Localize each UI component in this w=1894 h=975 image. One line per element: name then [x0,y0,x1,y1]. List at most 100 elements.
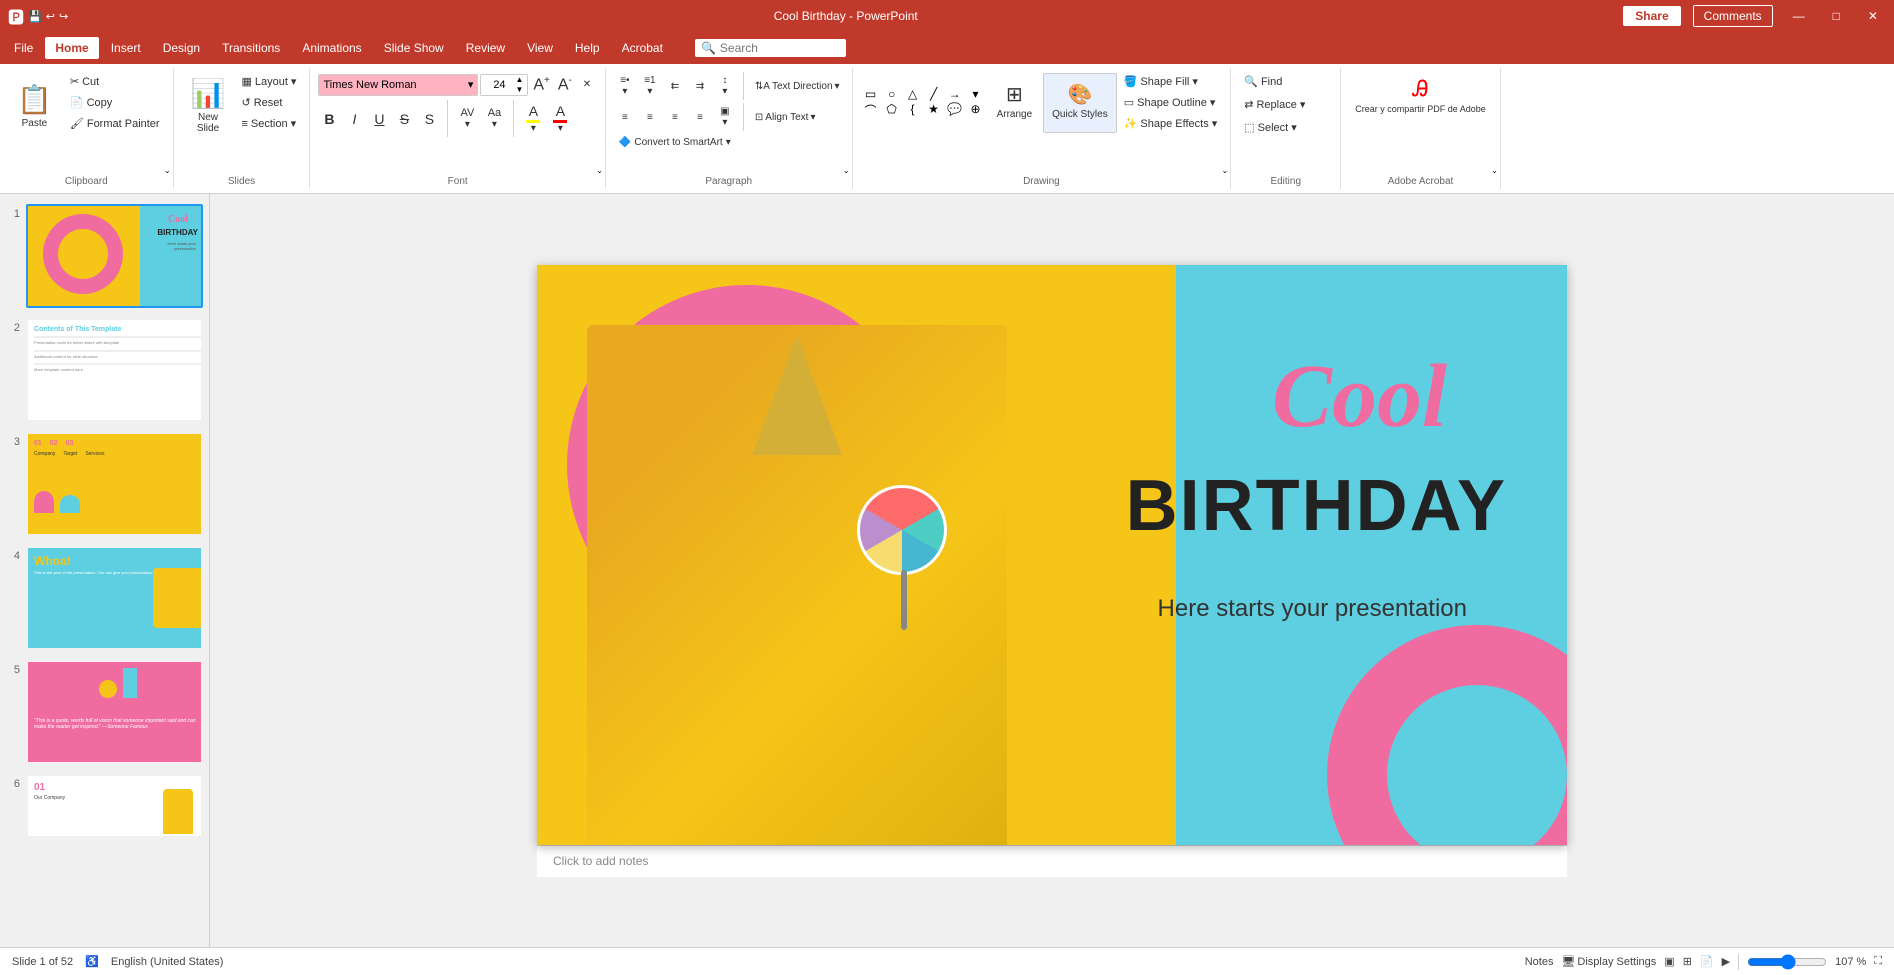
close-button[interactable]: ✕ [1860,7,1886,25]
find-button[interactable]: 🔍 Find [1239,72,1287,91]
shape-fill-button[interactable]: 🪣 Shape Fill ▾ [1119,72,1223,91]
menu-animations[interactable]: Animations [292,37,371,59]
minimize-button[interactable]: — [1785,7,1813,25]
font-name-dropdown[interactable]: ▾ [468,78,474,91]
menu-home[interactable]: Home [45,37,98,59]
line-spacing-button[interactable]: ↕▾ [714,72,736,100]
strikethrough-button[interactable]: S [393,108,415,130]
menu-insert[interactable]: Insert [101,37,151,59]
share-button[interactable]: Share [1623,6,1680,26]
justify-button[interactable]: ≡ [689,109,711,126]
slide-thumb-4[interactable]: 4 Whoa! This is the year of the presenta… [4,544,205,652]
font-color-button[interactable]: A ▾ [548,100,572,137]
replace-button[interactable]: ⇄ Replace ▾ [1239,95,1310,114]
font-size-input[interactable] [485,79,513,91]
reading-view-button[interactable]: 📄 [1700,955,1714,968]
quick-access-save[interactable]: 💾 [28,10,42,23]
shape-equation[interactable]: ⊕ [966,102,986,119]
select-button[interactable]: ⬚ Select ▾ [1239,118,1302,137]
arrange-button[interactable]: ⊞ Arrange [988,73,1042,133]
slide-sorter-button[interactable]: ⊞ [1683,955,1692,968]
slideshow-button[interactable]: ▶ [1722,955,1730,968]
shape-outline-button[interactable]: ▭ Shape Outline ▾ [1119,93,1223,112]
shape-rect[interactable]: ▭ [861,87,881,101]
normal-view-button[interactable]: ▣ [1664,955,1674,968]
shape-pentagon[interactable]: ⬠ [882,102,902,119]
shape-arc[interactable]: ⌒ [861,102,881,119]
create-pdf-button[interactable]: Ꭿ Crear y compartir PDF de Adobe [1349,72,1492,118]
clear-formatting-button[interactable]: ✕ [577,76,597,93]
notes-button[interactable]: Notes [1525,956,1554,968]
align-center-button[interactable]: ≡ [639,109,661,126]
notes-area[interactable]: Click to add notes [537,845,1567,877]
shape-effects-button[interactable]: ✨ Shape Effects ▾ [1119,114,1223,133]
fit-slide-button[interactable]: ⛶ [1874,955,1882,968]
quick-access-redo[interactable]: ↪ [59,10,68,23]
drawing-expand[interactable]: ⌄ [1222,166,1229,175]
align-right-button[interactable]: ≡ [664,109,686,126]
shape-arrow[interactable]: → [945,87,965,101]
menu-review[interactable]: Review [456,37,515,59]
font-name-selector[interactable]: Times New Roman ▾ [318,74,478,96]
slide-img-2[interactable]: Contents of This Template Presentation t… [26,318,203,422]
display-settings-button[interactable]: 🖥 Display Settings [1561,955,1656,968]
columns-button[interactable]: ▣▾ [714,103,736,131]
italic-button[interactable]: I [343,108,365,130]
menu-help[interactable]: Help [565,37,610,59]
menu-view[interactable]: View [517,37,563,59]
convert-smartart-button[interactable]: 🔷 Convert to SmartArt ▾ [614,134,736,151]
shape-circle[interactable]: ○ [882,87,902,101]
maximize-button[interactable]: □ [1825,7,1848,25]
zoom-slider[interactable] [1747,954,1827,970]
font-expand[interactable]: ⌄ [596,166,603,175]
slide-thumb-2[interactable]: 2 Contents of This Template Presentation… [4,316,205,424]
paragraph-expand[interactable]: ⌄ [843,166,850,175]
slide-img-6[interactable]: 01 Our Company [26,774,203,838]
clipboard-expand[interactable]: ⌄ [164,166,171,175]
bullets-button[interactable]: ≡•▾ [614,72,636,100]
quick-styles-button[interactable]: 🎨 Quick Styles [1043,73,1117,133]
reset-button[interactable]: ↺ Reset [236,93,301,112]
comments-button[interactable]: Comments [1693,5,1773,27]
format-painter-button[interactable]: 🖌 Format Painter [65,114,165,133]
shape-triangle[interactable]: △ [903,87,923,101]
slide-img-3[interactable]: 01 02 03 CompanyTargetServices [26,432,203,536]
decrease-indent-button[interactable]: ⇇ [664,78,686,95]
numbering-button[interactable]: ≡1▾ [639,72,661,100]
new-slide-button[interactable]: 📊 New Slide [182,72,235,142]
menu-slideshow[interactable]: Slide Show [374,37,454,59]
menu-file[interactable]: File [4,37,43,59]
language[interactable]: English (United States) [111,956,224,968]
section-button[interactable]: ≡ Section ▾ [236,114,301,133]
highlight-button[interactable]: A ▾ [521,100,545,137]
slide-img-4[interactable]: Whoa! This is the year of the presentati… [26,546,203,650]
font-size-increase[interactable]: ▲ [515,75,523,84]
font-size-decrease[interactable]: ▼ [515,85,523,94]
menu-transitions[interactable]: Transitions [212,37,290,59]
section-dropdown[interactable]: ▾ [291,117,297,130]
shape-callout[interactable]: 💬 [945,102,965,119]
increase-indent-button[interactable]: ⇉ [689,78,711,95]
accessibility-icon[interactable]: ♿ [85,955,99,968]
layout-dropdown[interactable]: ▾ [291,75,297,88]
menu-acrobat[interactable]: Acrobat [612,37,673,59]
align-left-button[interactable]: ≡ [614,109,636,126]
bold-button[interactable]: B [318,108,340,130]
align-text-button[interactable]: ⊡ Align Text ▾ [751,109,820,126]
shape-bracket[interactable]: { [903,102,923,119]
shape-star[interactable]: ★ [924,102,944,119]
search-input[interactable] [720,41,840,55]
slide-view[interactable]: Cool BIRTHDAY Here starts your presentat… [537,265,1567,845]
slide-thumb-5[interactable]: 5 "This is a quote, words full of vision… [4,658,205,766]
increase-font-button[interactable]: A+ [530,72,553,97]
text-direction-button[interactable]: ⇅A Text Direction ▾ [751,78,844,95]
paste-button[interactable]: 📋 Paste [8,72,61,142]
char-spacing-button[interactable]: AV ▾ [455,104,479,133]
slide-thumb-3[interactable]: 3 01 02 03 CompanyTargetServices [4,430,205,538]
slide-img-5[interactable]: "This is a quote, words full of vision t… [26,660,203,764]
shadow-button[interactable]: S [418,108,440,130]
slide-thumb-1[interactable]: 1 Cool BIRTHDAY Here starts your present… [4,202,205,310]
copy-button[interactable]: 📄 Copy [65,93,165,112]
decrease-font-button[interactable]: A- [555,72,575,97]
slide-thumb-6[interactable]: 6 01 Our Company [4,772,205,840]
